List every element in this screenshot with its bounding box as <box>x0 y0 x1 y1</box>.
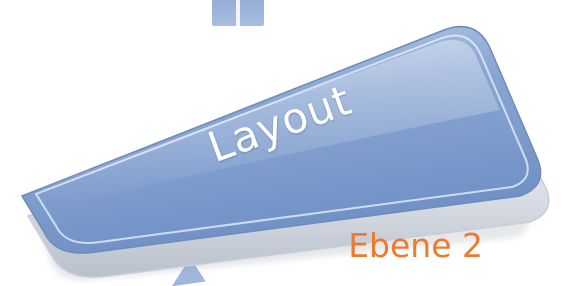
illustration-canvas: Layout Ebene 2 <box>0 0 561 286</box>
layer-caption: Ebene 2 <box>348 226 483 265</box>
